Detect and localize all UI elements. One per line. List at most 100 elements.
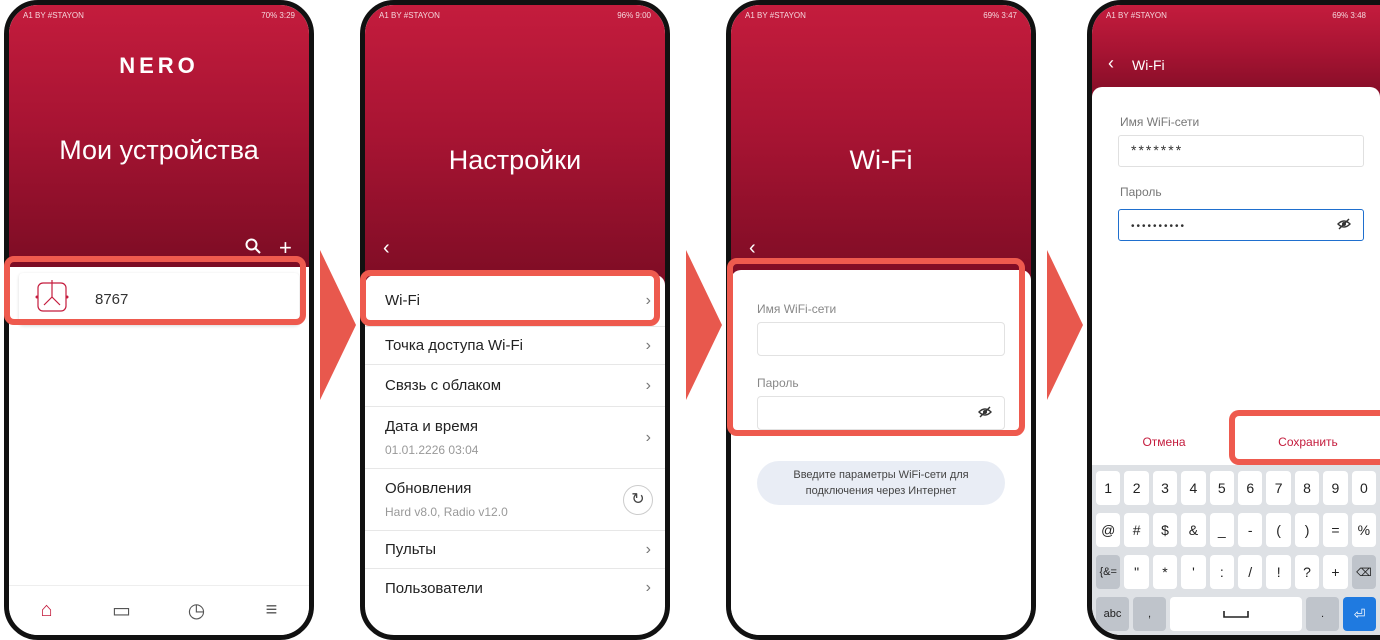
- settings-menu: Wi-Fi › Точка доступа Wi-Fi › Связь с об…: [365, 275, 665, 607]
- step-arrow: [686, 250, 722, 400]
- ssid-input[interactable]: *******: [1118, 135, 1364, 167]
- key[interactable]: &: [1181, 513, 1206, 547]
- password-label: Пароль: [1120, 185, 1162, 199]
- status-right: 96% 9:00: [617, 10, 651, 20]
- wifi-dialog: Имя WiFi-сети ******* Пароль ••••••••••: [1092, 87, 1380, 457]
- menu-icon[interactable]: ≡: [252, 599, 292, 622]
- enter-key[interactable]: ⏎: [1343, 597, 1376, 631]
- chevron-right-icon: ›: [645, 428, 651, 446]
- dialog-actions: Отмена Сохранить: [1092, 423, 1380, 449]
- keyboard-row-symbols: @ # $ & _ - ( ) = %: [1096, 513, 1377, 547]
- password-value: ••••••••••: [1131, 221, 1187, 232]
- wifi-form: Имя WiFi-сети Пароль: [731, 270, 1031, 635]
- key[interactable]: :: [1209, 555, 1235, 589]
- key[interactable]: !: [1266, 555, 1291, 589]
- key[interactable]: -: [1238, 513, 1263, 547]
- refresh-icon[interactable]: ↻: [623, 484, 653, 515]
- status-right: 69% 3:48: [1332, 10, 1366, 20]
- key[interactable]: 4: [1181, 471, 1206, 505]
- back-icon[interactable]: ‹: [749, 237, 756, 260]
- key-comma[interactable]: ,: [1133, 597, 1166, 631]
- menu-item-label: Точка доступа Wi-Fi: [385, 337, 523, 354]
- key[interactable]: %: [1351, 513, 1377, 547]
- page-title: Настройки: [448, 145, 582, 175]
- menu-item-label: Wi-Fi: [385, 292, 420, 309]
- menu-item-users[interactable]: Пользователи ›: [365, 569, 665, 607]
- search-icon[interactable]: [245, 238, 261, 259]
- step-arrow: [1047, 250, 1083, 400]
- key[interactable]: ': [1181, 555, 1206, 589]
- key[interactable]: 2: [1124, 471, 1149, 505]
- chevron-right-icon: ›: [645, 376, 651, 394]
- key[interactable]: 6: [1238, 471, 1263, 505]
- password-input[interactable]: [757, 396, 1005, 430]
- menu-item-label: Дата и время: [385, 418, 479, 435]
- chevron-right-icon: ›: [645, 579, 651, 596]
- status-bar: A1 BY #STAYON 96% 9:00: [365, 5, 665, 25]
- keyboard-row-digits: 1 2 3 4 5 6 7 8 9 0: [1096, 471, 1377, 505]
- menu-item-label: Связь с облаком: [385, 377, 502, 394]
- menu-item-updates[interactable]: Обновления Hard v8.0, Radio v12.0 ↻: [365, 469, 665, 531]
- add-icon[interactable]: +: [279, 235, 292, 261]
- key-symbols-toggle[interactable]: {&=: [1096, 555, 1121, 589]
- key[interactable]: 7: [1266, 471, 1291, 505]
- ssid-label: Имя WiFi-сети: [757, 302, 837, 316]
- info-message: Введите параметры WiFi-сети для подключе…: [757, 461, 1005, 505]
- menu-item-remotes[interactable]: Пульты ›: [365, 531, 665, 569]
- status-right: 69% 3:47: [983, 10, 1017, 20]
- backspace-key[interactable]: ⌫: [1351, 555, 1377, 589]
- key[interactable]: 3: [1152, 471, 1178, 505]
- key[interactable]: ?: [1294, 555, 1320, 589]
- step-arrow: [320, 250, 356, 400]
- back-icon[interactable]: ‹: [1108, 53, 1114, 74]
- key[interactable]: @: [1096, 513, 1121, 547]
- key[interactable]: $: [1152, 513, 1178, 547]
- key-period[interactable]: .: [1306, 597, 1339, 631]
- eye-off-icon[interactable]: [978, 405, 992, 422]
- cancel-button[interactable]: Отмена: [1092, 423, 1236, 449]
- space-key[interactable]: [1170, 597, 1302, 631]
- device-card[interactable]: 8767: [19, 273, 299, 325]
- device-name: 8767: [95, 290, 129, 308]
- key[interactable]: ): [1294, 513, 1320, 547]
- key[interactable]: /: [1238, 555, 1263, 589]
- status-left: A1 BY #STAYON: [23, 10, 84, 20]
- password-input[interactable]: ••••••••••: [1118, 209, 1364, 241]
- key[interactable]: ": [1124, 555, 1149, 589]
- eye-off-icon[interactable]: [1337, 217, 1351, 234]
- phone-screen-wifi-edit: A1 BY #STAYON 69% 3:48 ‹ Wi-Fi Имя WiFi-…: [1087, 0, 1380, 640]
- key[interactable]: #: [1124, 513, 1149, 547]
- keyboard-row-bottom: abc , . ⏎: [1096, 597, 1376, 631]
- ssid-input[interactable]: [757, 322, 1005, 356]
- clock-icon[interactable]: ◷: [177, 598, 217, 623]
- key[interactable]: 9: [1323, 471, 1348, 505]
- status-bar: A1 BY #STAYON 70% 3:29: [9, 5, 309, 25]
- menu-item-datetime[interactable]: Дата и время 01.01.2226 03:04 ›: [365, 407, 665, 469]
- key[interactable]: 8: [1294, 471, 1320, 505]
- save-button[interactable]: Сохранить: [1236, 423, 1380, 449]
- keyboard: 1 2 3 4 5 6 7 8 9 0 @ # $ & _ - ( ) = % …: [1092, 465, 1380, 635]
- status-bar: A1 BY #STAYON 69% 3:47: [731, 5, 1031, 25]
- back-icon[interactable]: ‹: [383, 237, 390, 260]
- key[interactable]: 1: [1096, 471, 1121, 505]
- menu-item-label: Пульты: [385, 541, 436, 558]
- key[interactable]: =: [1323, 513, 1348, 547]
- menu-item-label: Обновления: [385, 480, 472, 497]
- key[interactable]: (: [1266, 513, 1291, 547]
- key-abc[interactable]: abc: [1096, 597, 1129, 631]
- key[interactable]: +: [1323, 555, 1348, 589]
- menu-item-hotspot[interactable]: Точка доступа Wi-Fi ›: [365, 327, 665, 365]
- menu-item-wifi[interactable]: Wi-Fi ›: [365, 275, 665, 327]
- key[interactable]: *: [1152, 555, 1178, 589]
- menu-item-sub: Hard v8.0, Radio v12.0: [385, 505, 508, 519]
- key[interactable]: 5: [1209, 471, 1235, 505]
- key[interactable]: _: [1209, 513, 1235, 547]
- bottom-nav: ⌂ ▭ ◷ ≡: [9, 585, 309, 635]
- status-left: A1 BY #STAYON: [1106, 10, 1167, 20]
- status-right: 70% 3:29: [261, 10, 295, 20]
- key[interactable]: 0: [1351, 471, 1377, 505]
- home-icon[interactable]: ⌂: [27, 599, 67, 622]
- menu-item-cloud[interactable]: Связь с облаком ›: [365, 365, 665, 407]
- folder-icon[interactable]: ▭: [102, 598, 142, 623]
- status-bar: A1 BY #STAYON 69% 3:48: [1092, 5, 1380, 25]
